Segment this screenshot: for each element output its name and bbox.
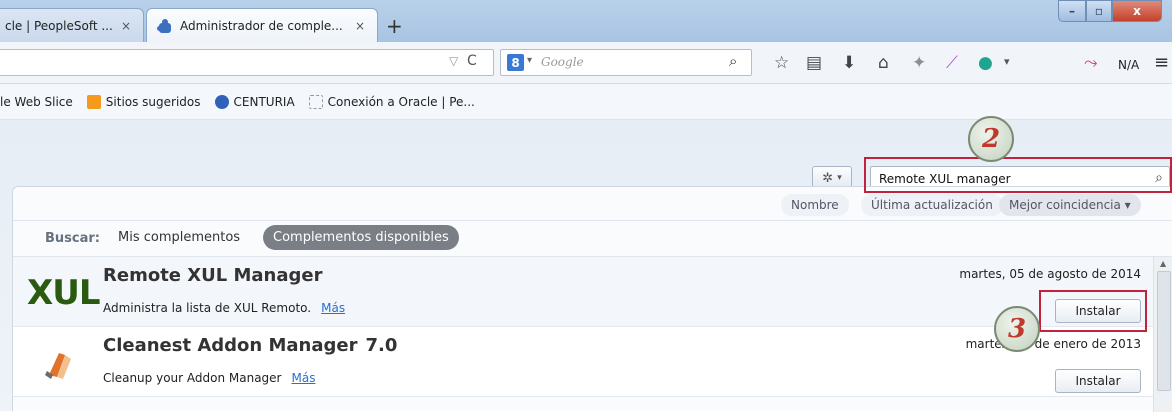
tab-peoplesoft[interactable]: cle | PeopleSoft ... × [0, 8, 144, 42]
addon-description: Cleanup your Addon Manager Más [103, 371, 315, 385]
pen-icon[interactable]: ⟋ [946, 53, 958, 73]
addon-name-text: Remote XUL Manager [103, 265, 323, 286]
search-scope-bar: Buscar: Mis complementos Complementos di… [13, 221, 1172, 257]
tab-addon-manager[interactable]: Administrador de comple... × [146, 8, 378, 42]
menu-icon[interactable]: ≡ [1154, 52, 1169, 73]
scroll-thumb[interactable] [1157, 271, 1171, 391]
addon-name: Cleanest Addon Manager 7.0 [103, 335, 397, 356]
sort-by-best-match-button[interactable]: Mejor coincidencia ▾ [999, 194, 1141, 216]
install-highlight-box [1039, 290, 1147, 332]
addon-version: 7.0 [365, 335, 398, 356]
reload-icon[interactable]: C [467, 53, 477, 69]
addon-date: martes, 05 de agosto de 2014 [959, 267, 1141, 281]
tab-close-icon[interactable]: × [119, 19, 133, 33]
search-results-panel: Nombre Última actualización Mejor coinci… [12, 186, 1172, 412]
home-icon[interactable]: ⌂ [878, 53, 889, 73]
search-engine-dropdown-icon[interactable]: ▾ [527, 55, 532, 66]
puzzle-icon [157, 18, 173, 34]
scope-available-addons-tab[interactable]: Complementos disponibles [263, 225, 459, 250]
addon-date: martes, 22 de enero de 2013 [965, 337, 1141, 351]
navigation-toolbar: ▽ C 8 ▾ Google ⌕ ☆ ▤ ⬇ ⌂ ✦ ⟋ ● ▾ ⤳ N/A ≡ [0, 42, 1172, 84]
bookmark-web-slice[interactable]: le Web Slice [0, 95, 73, 109]
bookmarks-list-icon[interactable]: ▤ [806, 53, 822, 73]
sort-by-name-button[interactable]: Nombre [781, 194, 849, 216]
history-dropdown-icon[interactable]: ▽ [449, 54, 458, 68]
scroll-up-icon[interactable]: ▲ [1160, 259, 1166, 268]
tab-close-icon[interactable]: × [353, 19, 367, 33]
maximize-button[interactable]: ▫ [1086, 0, 1112, 22]
na-indicator[interactable]: N/A [1118, 58, 1139, 72]
sort-by-updated-button[interactable]: Última actualización [861, 194, 1003, 216]
downloads-icon[interactable]: ⬇ [842, 53, 856, 73]
xul-logo: XUL [27, 273, 100, 313]
bookmark-label: Conexión a Oracle | Pe... [327, 94, 475, 109]
bookmark-centuria[interactable]: CENTURIA [214, 94, 295, 109]
close-window-button[interactable]: x [1112, 0, 1162, 22]
install-button[interactable]: Instalar [1055, 369, 1141, 393]
web-search-box[interactable]: 8 ▾ Google ⌕ [500, 49, 752, 76]
bookmark-label: le Web Slice [0, 94, 73, 109]
bookmark-star-icon[interactable]: ☆ [774, 53, 789, 73]
search-placeholder: Google [541, 55, 584, 69]
chart-icon[interactable]: ⤳ [1084, 53, 1098, 73]
tab-label: cle | PeopleSoft ... [5, 18, 113, 33]
addon-description-text: Cleanup your Addon Manager [103, 371, 282, 385]
broom-icon [45, 353, 71, 379]
addon-name: Remote XUL Manager [103, 265, 323, 286]
step-3-marker: 3 [994, 306, 1040, 352]
chevron-down-icon: ▾ [837, 173, 842, 183]
bookmark-oracle[interactable]: Conexión a Oracle | Pe... [308, 94, 475, 109]
suggested-sites-icon [86, 94, 101, 109]
result-row[interactable]: Cleanest Addon Manager 7.0 Cleanup your A… [13, 327, 1153, 397]
search-icon[interactable]: ⌕ [729, 52, 737, 70]
bookmarks-toolbar: le Web Slice Sitios sugeridos CENTURIA C… [0, 84, 1172, 120]
url-bar[interactable]: ▽ C [0, 49, 494, 76]
gear-icon: ✲ [822, 170, 834, 186]
addon-name-text: Cleanest Addon Manager [103, 335, 358, 356]
bookmark-sitios-sugeridos[interactable]: Sitios sugeridos [86, 94, 201, 109]
search-scope-label: Buscar: [45, 231, 100, 246]
new-tab-button[interactable]: + [386, 14, 403, 38]
addon-description: Administra la lista de XUL Remoto. Más [103, 301, 345, 315]
search-engine-icon[interactable]: 8 [507, 54, 524, 71]
step-2-marker: 2 [968, 116, 1014, 162]
search-highlight-box [864, 157, 1172, 193]
scope-my-addons-tab[interactable]: Mis complementos [118, 230, 240, 245]
bookmark-label: Sitios sugeridos [105, 94, 201, 109]
results-scrollbar[interactable]: ▲ [1153, 257, 1172, 412]
more-link[interactable]: Más [291, 371, 315, 385]
addon-puzzle-icon[interactable]: ✦ [912, 53, 926, 73]
page-icon [308, 94, 323, 109]
addon-description-text: Administra la lista de XUL Remoto. [103, 301, 312, 315]
result-row[interactable]: XUL Remote XUL Manager Administra la lis… [13, 257, 1153, 327]
tab-strip: cle | PeopleSoft ... × Administrador de … [0, 0, 1172, 42]
more-link[interactable]: Más [321, 301, 345, 315]
bookmark-label: CENTURIA [233, 94, 295, 109]
globe-icon[interactable]: ● [978, 53, 993, 73]
chevron-down-icon[interactable]: ▾ [1004, 55, 1010, 68]
centuria-icon [214, 94, 229, 109]
tab-label: Administrador de comple... [180, 18, 343, 33]
minimize-button[interactable]: – [1058, 0, 1086, 22]
